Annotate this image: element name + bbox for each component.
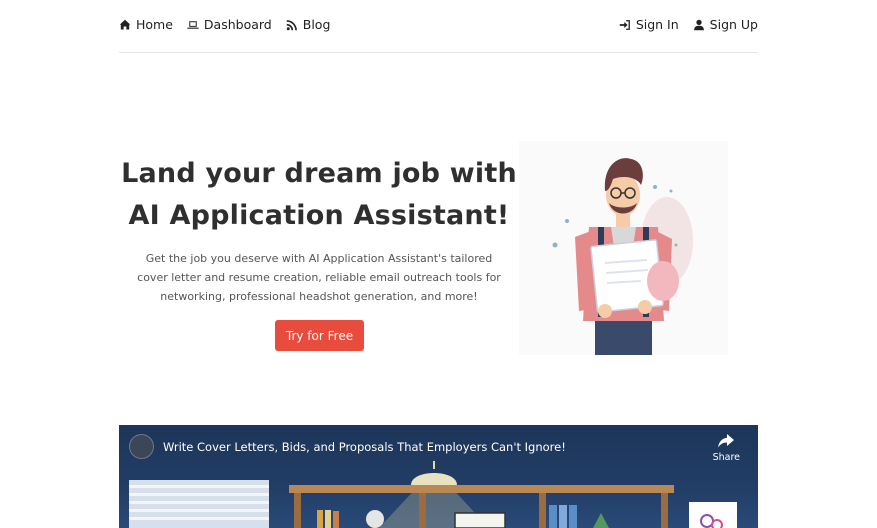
hero-subtitle-line1: Get the job you deserve with AI Applicat… [145,252,493,265]
nav-left-group: Home Dashboard Blog [119,17,330,32]
nav-right-group: Sign In Sign Up [619,17,758,32]
nav-home-label: Home [136,17,173,32]
home-icon [119,19,131,29]
hero-illustration [519,141,728,355]
hero-title-line1: Land your dream job with [121,158,517,189]
sign-in-icon [619,19,630,30]
share-arrow-icon [718,434,735,448]
share-button[interactable]: Share [713,434,740,463]
try-for-free-button[interactable]: Try for Free [275,320,364,351]
nav-home-link[interactable]: Home [119,17,173,32]
top-nav: Home Dashboard Blog Sign In Sign Up [119,0,758,53]
window-blinds [129,480,269,528]
hero-subtitle: Get the job you deserve with AI Applicat… [128,249,510,306]
video-player[interactable]: Write Cover Letters, Bids, and Proposals… [119,425,758,528]
hero-title: Land your dream job with AI Application … [119,153,519,237]
laptop-icon [187,20,199,29]
nav-dashboard-link[interactable]: Dashboard [187,17,272,32]
nav-sign-in-label: Sign In [635,17,679,32]
nav-blog-link[interactable]: Blog [286,17,331,32]
nav-sign-up-link[interactable]: Sign Up [693,17,758,32]
share-label: Share [712,452,740,463]
video-title[interactable]: Write Cover Letters, Bids, and Proposals… [163,440,566,454]
nav-blog-label: Blog [302,17,331,32]
nav-sign-up-label: Sign Up [709,17,758,32]
hero-title-line2: AI Application Assistant! [128,200,510,231]
user-icon [693,19,704,30]
rss-icon [286,19,297,30]
nav-dashboard-label: Dashboard [203,17,272,32]
nav-sign-in-link[interactable]: Sign In [619,17,679,32]
hero-subtitle-line2: cover letter and resume creation, reliab… [137,271,501,284]
channel-logo-icon[interactable] [129,434,154,459]
man-with-document-illustration [552,158,693,355]
hero-subtitle-line3: networking, professional headshot genera… [160,290,478,303]
